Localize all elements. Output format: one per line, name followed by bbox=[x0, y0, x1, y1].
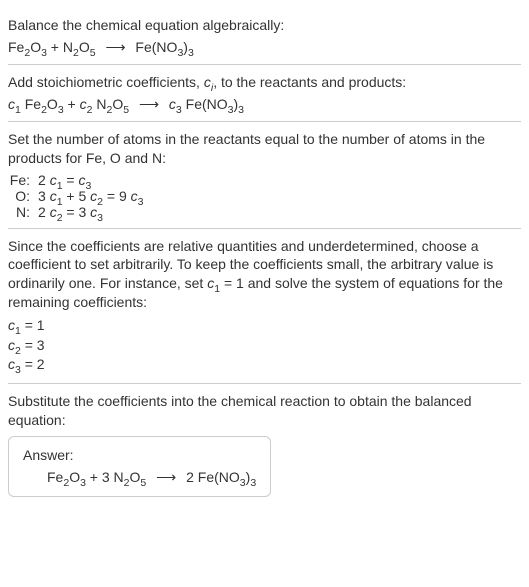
step-1-text: Balance the chemical equation algebraica… bbox=[8, 16, 521, 35]
step-5: Substitute the coefficients into the che… bbox=[8, 384, 521, 505]
atom-row-n: N: 2 c2 = 3 c3 bbox=[8, 204, 521, 220]
atom-label: O: bbox=[8, 188, 38, 204]
step-4: Since the coefficients are relative quan… bbox=[8, 229, 521, 384]
answer-equation: Fe2O3 + 3 N2O5 ⟶ 2 Fe(NO3)3 bbox=[23, 469, 256, 486]
step-3-text: Set the number of atoms in the reactants… bbox=[8, 130, 521, 168]
atom-equations-table: Fe: 2 c1 = c3 O: 3 c1 + 5 c2 = 9 c3 N: 2… bbox=[8, 172, 521, 220]
atom-equation: 2 c1 = c3 bbox=[38, 172, 91, 188]
step-5-text: Substitute the coefficients into the che… bbox=[8, 392, 521, 430]
step-2: Add stoichiometric coefficients, ci, to … bbox=[8, 65, 521, 122]
step-2-equation: c1 Fe2O3 + c2 N2O5 ⟶ c3 Fe(NO3)3 bbox=[8, 96, 521, 113]
atom-label: Fe: bbox=[8, 172, 38, 188]
atom-equation: 3 c1 + 5 c2 = 9 c3 bbox=[38, 188, 144, 204]
step-1: Balance the chemical equation algebraica… bbox=[8, 8, 521, 65]
answer-label: Answer: bbox=[23, 447, 256, 463]
step-4-text: Since the coefficients are relative quan… bbox=[8, 237, 521, 313]
atom-row-fe: Fe: 2 c1 = c3 bbox=[8, 172, 521, 188]
step-2-text: Add stoichiometric coefficients, ci, to … bbox=[8, 73, 521, 92]
coefficient-c3: c3 = 2 bbox=[8, 355, 521, 375]
answer-box: Answer: Fe2O3 + 3 N2O5 ⟶ 2 Fe(NO3)3 bbox=[8, 436, 271, 497]
coefficient-list: c1 = 1 c2 = 3 c3 = 2 bbox=[8, 316, 521, 375]
step-3: Set the number of atoms in the reactants… bbox=[8, 122, 521, 229]
atom-row-o: O: 3 c1 + 5 c2 = 9 c3 bbox=[8, 188, 521, 204]
coefficient-c2: c2 = 3 bbox=[8, 336, 521, 356]
coefficient-c1: c1 = 1 bbox=[8, 316, 521, 336]
atom-equation: 2 c2 = 3 c3 bbox=[38, 204, 103, 220]
atom-label: N: bbox=[8, 204, 38, 220]
step-1-equation: Fe2O3 + N2O5 ⟶ Fe(NO3)3 bbox=[8, 39, 521, 56]
